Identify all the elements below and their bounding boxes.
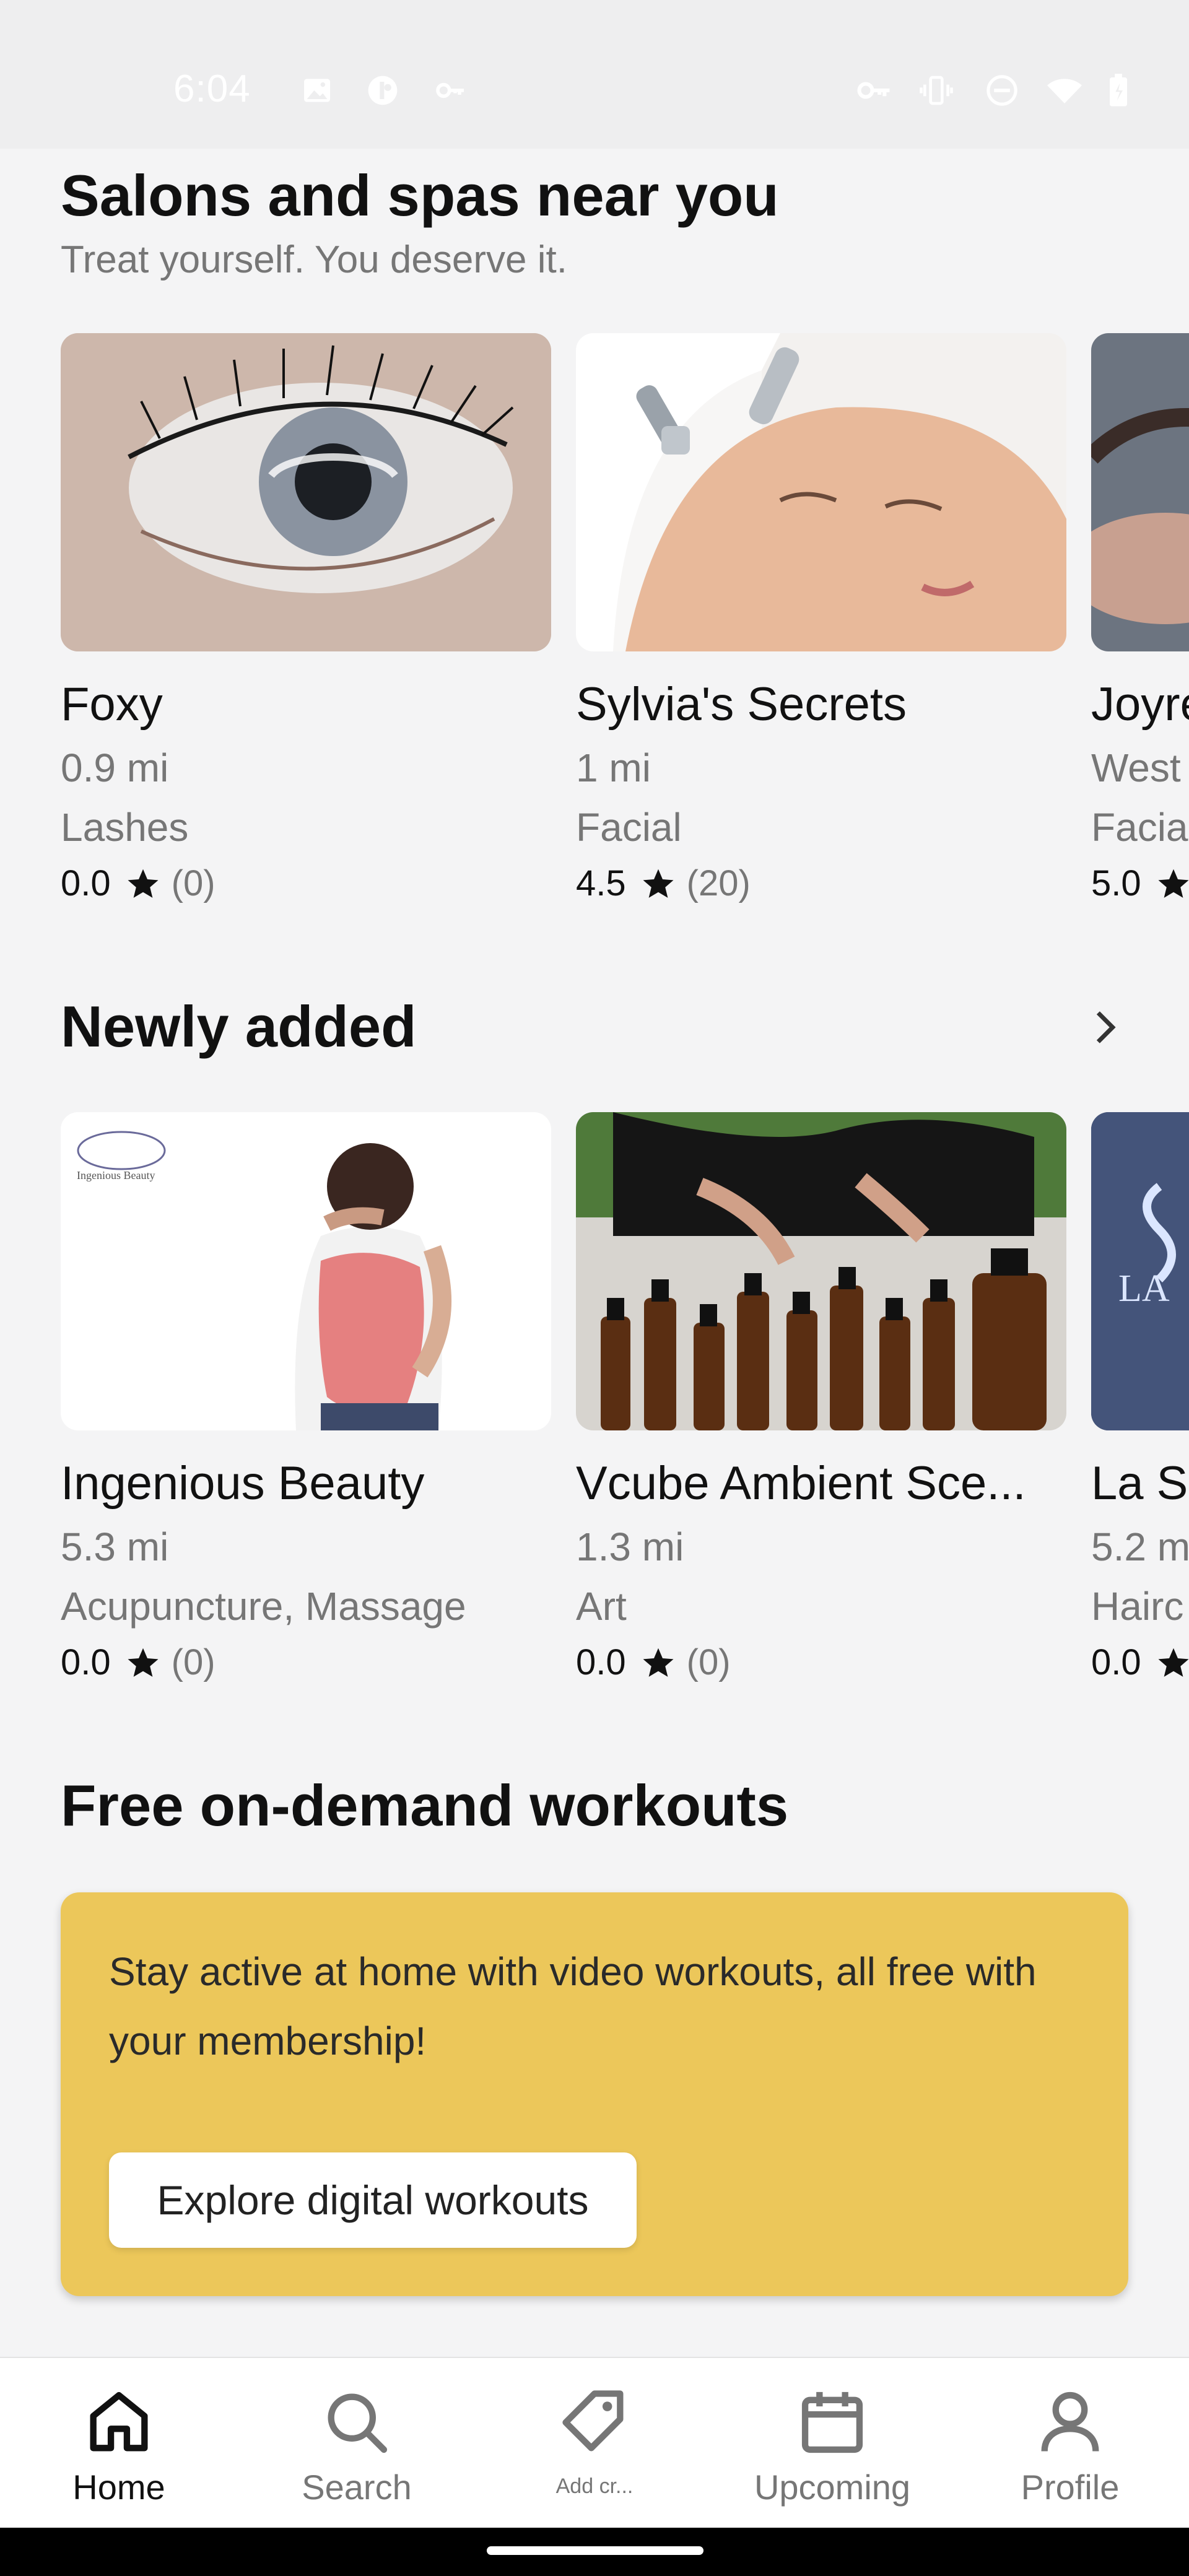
section-title-newly-added: Newly added [61,994,417,1059]
venue-distance: 0.9 mi [61,746,169,790]
nav-item-profile[interactable]: Profile [951,2358,1189,2529]
venue-card[interactable]: Ingenious Beauty Ingenious Beauty 5.3 mi… [61,1112,551,1683]
venue-name: Joyre [1091,678,1189,731]
nav-label: Home [72,2468,165,2507]
venue-card[interactable]: Foxy 0.9 mi Lashes 0.0 (0) [61,333,551,904]
venue-card[interactable]: Vcube Ambient Sce... 1.3 mi Art 0.0 (0) [576,1112,1066,1683]
venue-category: Facia [1091,805,1188,850]
home-icon [81,2384,157,2461]
review-count: (0) [686,1642,731,1682]
rating-value: 0.0 [1091,1642,1141,1682]
venue-rating: 4.5 (20) [576,863,1066,904]
venue-category: Art [576,1584,627,1629]
venue-image: LA [1091,1112,1189,1430]
section-subtitle-salons: Treat yourself. You deserve it. [61,238,567,281]
workouts-promo-card: Stay active at home with video workouts,… [61,1892,1128,2296]
venue-distance: 1 mi [576,746,651,790]
rating-value: 0.0 [61,1642,111,1682]
profile-icon [1032,2384,1108,2461]
venue-category: Lashes [61,805,189,850]
rating-value: 4.5 [576,863,626,903]
wifi-icon [1044,73,1085,108]
section-title-salons: Salons and spas near you [61,163,779,228]
star-icon [126,866,160,901]
venue-name: Foxy [61,678,163,731]
review-count: (0) [171,1642,216,1682]
venue-card[interactable]: Joyre West Facia 5.0 [1091,333,1189,904]
venue-category: Acupuncture, Massage [61,1584,466,1629]
venue-rating: 0.0 (0) [576,1642,1066,1683]
app-screen: 6:04 Salons and spas near you Treat your… [0,0,1189,2576]
section-title-workouts: Free on-demand workouts [61,1773,789,1838]
home-gesture-handle[interactable] [487,2546,703,2555]
venue-card[interactable]: Sylvia's Secrets 1 mi Facial 4.5 (20) [576,333,1066,904]
nav-item-upcoming[interactable]: Upcoming [713,2358,951,2529]
bottom-navigation: Home Search Add cr... Upcoming Profile [0,2357,1189,2528]
nav-item-search[interactable]: Search [238,2358,476,2529]
venue-name: La Sc [1091,1457,1189,1510]
venue-logo-text: Ingenious Beauty [77,1169,155,1181]
dnd-icon [985,73,1019,108]
venue-distance: 5.2 m [1091,1525,1189,1569]
nav-label: Upcoming [754,2468,911,2507]
venue-distance: 5.3 mi [61,1525,169,1569]
privacy-icon [365,73,400,108]
tag-icon [556,2384,633,2461]
venue-image [576,333,1066,651]
status-time: 6:04 [173,67,251,110]
venue-category: Hairc [1091,1584,1184,1629]
venue-rating: 0.0 (0) [61,1642,551,1683]
review-count: (0) [171,863,216,903]
star-icon [126,1645,160,1680]
vibrate-icon [919,73,954,108]
star-icon [1156,1645,1189,1680]
image-icon [300,73,334,108]
venue-distance: 1.3 mi [576,1525,684,1569]
vpn-key-icon [855,73,894,108]
nav-label: Profile [1021,2468,1120,2507]
salons-carousel[interactable]: Foxy 0.9 mi Lashes 0.0 (0) Sylvia's Secr… [0,333,1189,952]
venue-rating: 0.0 (0) [61,863,551,904]
nav-item-home[interactable]: Home [0,2358,238,2529]
nav-label: Search [302,2468,412,2507]
promo-text: Stay active at home with video workouts,… [109,1949,1037,2063]
rating-value: 0.0 [576,1642,626,1682]
venue-sign-text: LA [1118,1268,1170,1310]
venue-image [576,1112,1066,1430]
star-icon [1156,866,1189,901]
nav-item-add-credits[interactable]: Add cr... [476,2358,713,2529]
review-count: (20) [686,863,751,903]
gesture-navigation-bar [0,2528,1189,2576]
calendar-icon [794,2384,871,2461]
venue-name: Ingenious Beauty [61,1457,425,1510]
venue-card[interactable]: LA La Sc 5.2 m Hairc 0.0 [1091,1112,1189,1683]
venue-image [1091,333,1189,651]
venue-image [61,333,551,651]
venue-name: Vcube Ambient Sce... [576,1457,1026,1510]
venue-distance: West [1091,746,1181,790]
venue-category: Facial [576,805,682,850]
search-icon [318,2384,395,2461]
battery-icon [1106,73,1131,108]
status-bar: 6:04 [0,0,1189,149]
star-icon [641,866,676,901]
nav-label: Add cr... [555,2474,634,2498]
explore-digital-workouts-button[interactable]: Explore digital workouts [109,2152,637,2248]
venue-image: Ingenious Beauty [61,1112,551,1430]
rating-value: 0.0 [61,863,111,903]
venue-rating: 0.0 [1091,1642,1189,1683]
venue-rating: 5.0 [1091,863,1189,904]
venue-name: Sylvia's Secrets [576,678,907,731]
rating-value: 5.0 [1091,863,1141,903]
key-icon [433,73,468,108]
star-icon [641,1645,676,1680]
chevron-right-icon[interactable] [1084,1006,1127,1049]
newly-added-carousel[interactable]: Ingenious Beauty Ingenious Beauty 5.3 mi… [0,1112,1189,1731]
